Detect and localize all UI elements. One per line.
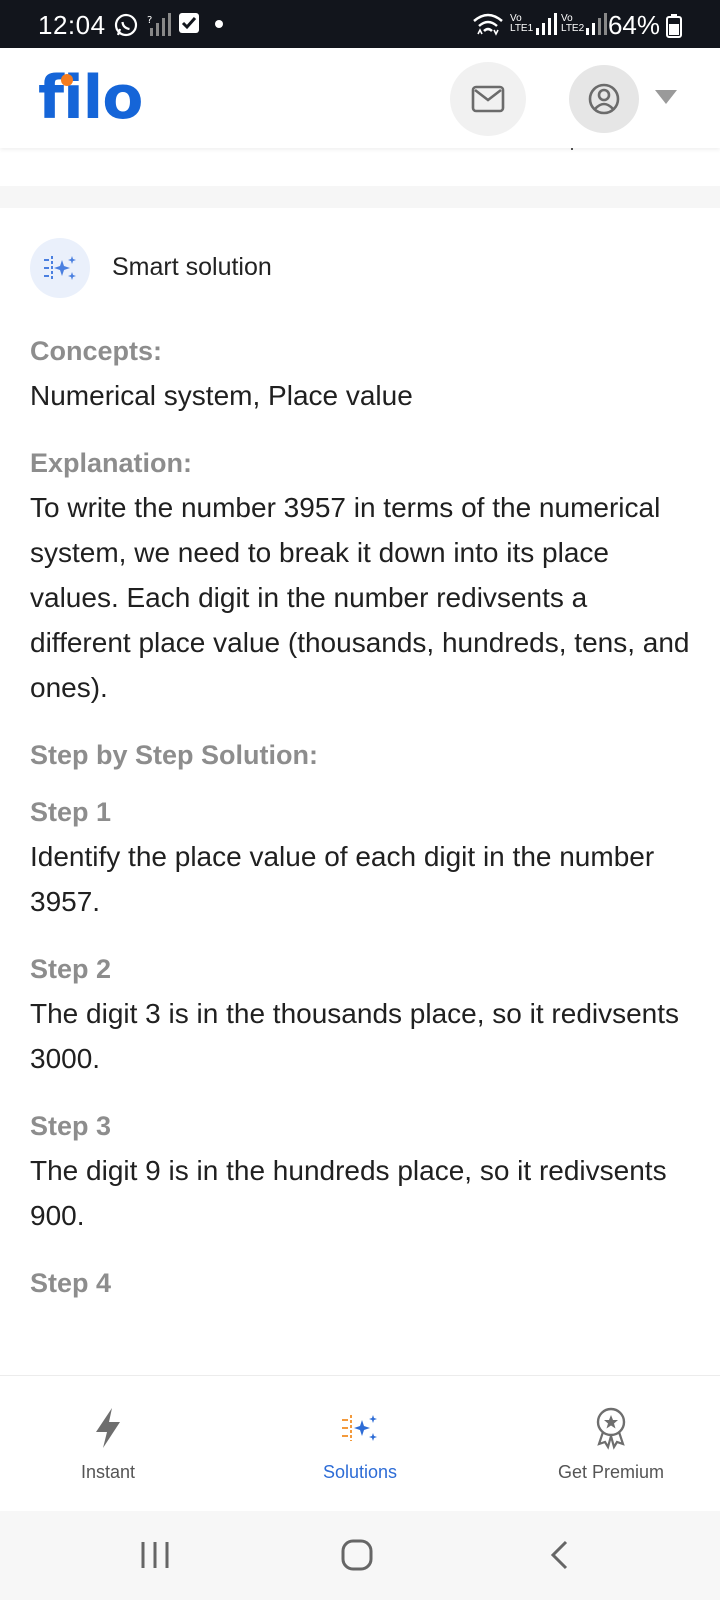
wifi-icon: [473, 13, 503, 36]
battery-percent: 64%: [607, 10, 660, 40]
back-icon[interactable]: [548, 1539, 572, 1571]
nav-solutions[interactable]: Solutions: [260, 1376, 460, 1512]
signal-icon: [536, 13, 557, 35]
solution-card: Smart solution Concepts: Numerical syste…: [30, 238, 690, 1299]
sim2-label: Vo LTE2: [561, 13, 585, 34]
bolt-icon: [96, 1408, 120, 1448]
step-text: The digit 3 is in the thousands place, s…: [30, 998, 680, 1074]
nav-get-premium[interactable]: Get Premium: [511, 1376, 711, 1512]
step-text: The digit 9 is in the hundreds place, so…: [30, 1155, 667, 1231]
sparkle-icon-badge: [30, 238, 90, 298]
filo-logo[interactable]: filo: [38, 63, 143, 133]
battery-icon: [666, 14, 682, 38]
step-text: Identify the place value of each digit i…: [30, 841, 655, 917]
explanation-text: To write the number 3957 in terms of the…: [30, 492, 690, 703]
svg-text:?: ?: [147, 15, 152, 26]
sparkle-icon: [44, 256, 76, 280]
nav-solutions-label: Solutions: [322, 1462, 398, 1482]
step-label: Step 2: [30, 954, 112, 984]
concepts-label: Concepts:: [30, 336, 163, 366]
app-header: filo: [0, 48, 720, 148]
status-bar: 12:04 ? Vo LTE1 Vo LTE2 64%: [0, 0, 720, 48]
step-label: Step 3: [30, 1111, 112, 1141]
whatsapp-icon: [114, 13, 138, 37]
nav-instant-label: Instant: [80, 1462, 136, 1482]
sparkle-icon: [342, 1415, 377, 1441]
signal-off-icon: ?: [147, 13, 171, 36]
steps-label: Step by Step Solution:: [30, 740, 318, 770]
dot-icon: [215, 20, 223, 28]
check-notification-icon: [179, 13, 199, 33]
step-label: Step 4: [30, 1268, 112, 1298]
nav-get-premium-label: Get Premium: [557, 1462, 665, 1482]
account-icon: [588, 83, 620, 115]
mail-icon: [471, 85, 505, 113]
signal-icon-2: [586, 13, 607, 35]
home-icon[interactable]: [340, 1538, 374, 1572]
recent-apps-icon[interactable]: [138, 1539, 172, 1571]
status-time: 12:04: [38, 10, 106, 40]
system-nav-bar: [0, 1511, 720, 1600]
smart-solution-title: Smart solution: [112, 253, 272, 281]
bottom-nav: Instant Solutions Get Premium: [0, 1375, 720, 1511]
sim1-label: Vo LTE1: [510, 13, 534, 34]
concepts-text: Numerical system, Place value: [30, 380, 413, 411]
profile-button[interactable]: [569, 65, 639, 133]
section-divider: [0, 186, 720, 208]
award-icon: [596, 1407, 626, 1450]
smart-solution-header: Smart solution: [30, 238, 690, 298]
explanation-label: Explanation:: [30, 448, 193, 478]
step-label: Step 1: [30, 797, 112, 827]
caret-down-icon[interactable]: [655, 90, 677, 104]
logo-dot: [61, 74, 73, 86]
nav-instant[interactable]: Instant: [8, 1376, 208, 1512]
mail-button[interactable]: [450, 62, 526, 136]
